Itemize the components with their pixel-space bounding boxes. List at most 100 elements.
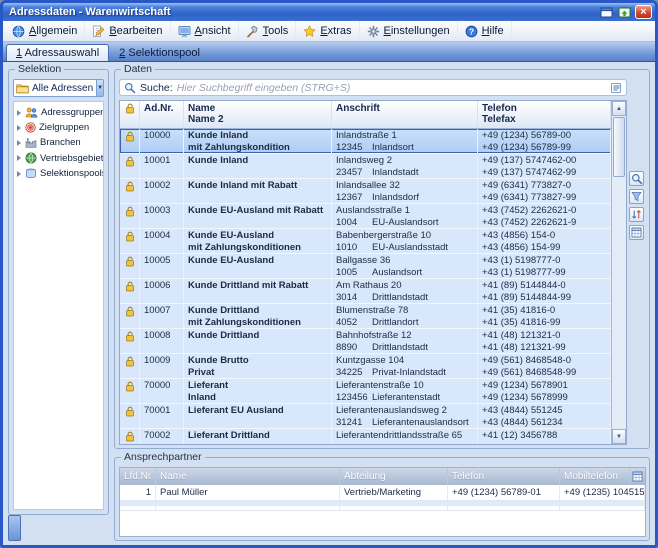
address-telefon-cell: +41 (35) 41816-0+41 (35) 41816-99 [478, 304, 611, 328]
title-bar[interactable]: Adressdaten - Warenwirtschaft × [3, 3, 655, 21]
data-group-title: Daten [121, 64, 155, 75]
folder-icon [16, 83, 29, 94]
address-telefon-cell: +49 (1234) 56789-00+49 (1234) 56789-99 [478, 129, 611, 153]
refresh-icon[interactable] [616, 6, 632, 19]
address-telefon-cell: +43 (7452) 2262621-0+43 (7452) 2262621-9 [478, 204, 611, 228]
expand-arrow-icon[interactable] [17, 110, 21, 116]
vertical-scrollbar[interactable]: ▲ ▼ [611, 101, 626, 444]
contacts-group-title: Ansprechpartner [121, 452, 205, 463]
close-icon[interactable]: × [635, 5, 652, 19]
tree-item-branchen[interactable]: Branchen [14, 135, 103, 150]
lock-icon [120, 279, 140, 303]
address-number-cell: 10008 [140, 329, 184, 353]
contact-nr: 1 [120, 485, 156, 500]
address-groups-icon [25, 107, 38, 118]
address-row[interactable]: 10003Kunde EU-Ausland mit RabattAuslands… [120, 204, 611, 229]
search-icon[interactable] [629, 171, 644, 186]
address-row[interactable]: 10007Kunde Drittlandmit Zahlungskonditio… [120, 304, 611, 329]
tab-1-adressauswahl[interactable]: 1 Adressauswahl [6, 44, 109, 61]
menu-item-hilfe[interactable]: ?Hilfe [458, 21, 512, 41]
column-header-anschrift[interactable]: Anschrift [332, 101, 478, 128]
search-options-icon[interactable] [610, 82, 622, 94]
menu-item-label: Tools [263, 25, 289, 37]
address-number-cell: 10001 [140, 154, 184, 178]
lock-icon [120, 254, 140, 278]
column-header-mobiltelefon[interactable]: Mobiltelefon [560, 468, 630, 485]
address-row[interactable]: 10004Kunde EU-Auslandmit Zahlungskonditi… [120, 229, 611, 254]
expand-arrow-icon[interactable] [17, 155, 21, 161]
address-filter-dropdown[interactable]: Alle Adressen ▼ [13, 79, 104, 97]
address-row[interactable]: 70000LieferantInlandLieferantenstraße 10… [120, 379, 611, 404]
column-header-contact-telefon[interactable]: Telefon [448, 468, 560, 485]
address-telefon-cell: +49 (561) 8468548-0+49 (561) 8468548-99 [478, 354, 611, 378]
address-name-cell: Lieferant Drittland [184, 429, 332, 444]
side-toolbar [627, 79, 646, 445]
column-header-adnr[interactable]: Ad.Nr. [140, 101, 184, 128]
lock-icon [120, 304, 140, 328]
menu-item-allgemein[interactable]: Allgemein [5, 21, 85, 41]
address-name-cell: Kunde Inland [184, 154, 332, 178]
address-row[interactable]: 10008Kunde DrittlandBahnhofstraße 128890… [120, 329, 611, 354]
lock-icon [120, 204, 140, 228]
tree-item-label: Branchen [40, 137, 81, 148]
address-name-cell: Kunde Inland mit Rabatt [184, 179, 332, 203]
column-header-telefon[interactable]: TelefonTelefax [478, 101, 611, 128]
settings-icon [367, 25, 380, 38]
address-number-cell: 10006 [140, 279, 184, 303]
address-row[interactable]: 10001Kunde InlandInlandsweg 223457Inland… [120, 154, 611, 179]
lock-column-header[interactable] [120, 101, 140, 128]
address-number-cell: 70002 [140, 429, 184, 444]
scroll-up-icon[interactable]: ▲ [612, 101, 626, 116]
restore-window-icon[interactable] [598, 6, 614, 19]
globe-icon [12, 25, 25, 38]
menu-item-extras[interactable]: Extras [296, 21, 359, 41]
filter-icon[interactable] [629, 189, 644, 204]
scroll-thumb[interactable] [613, 117, 625, 177]
contact-row[interactable]: 1Paul MüllerVertrieb/Marketing+49 (1234)… [120, 485, 645, 501]
industries-icon [25, 137, 37, 148]
column-header-lfdnr[interactable]: Lfd.Nr. [120, 468, 156, 485]
address-row[interactable]: 10002Kunde Inland mit RabattInlandsallee… [120, 179, 611, 204]
tree-item-label: Selektionspools [40, 168, 104, 179]
sort-icon[interactable] [629, 207, 644, 222]
column-header-contact-name[interactable]: Name [156, 468, 340, 485]
address-anschrift-cell: Inlandstraße 112345Inlandsort [332, 129, 478, 153]
menu-item-label: Hilfe [482, 25, 504, 37]
expand-arrow-icon[interactable] [17, 171, 21, 177]
lock-icon [120, 329, 140, 353]
address-row[interactable]: 10006Kunde Drittland mit RabattAm Rathau… [120, 279, 611, 304]
columns-icon[interactable] [629, 225, 644, 240]
address-telefon-cell: +43 (1) 5198777-0+43 (1) 5198777-99 [478, 254, 611, 278]
lock-icon [120, 379, 140, 403]
expand-arrow-icon[interactable] [17, 140, 21, 146]
menu-item-bearbeiten[interactable]: Bearbeiten [85, 21, 170, 41]
address-row[interactable]: 70002Lieferant DrittlandLieferantendritt… [120, 429, 611, 444]
tree-item-selektionspools[interactable]: Selektionspools [14, 166, 103, 181]
address-row[interactable]: 10009Kunde BruttoPrivatKuntzgasse 104342… [120, 354, 611, 379]
chevron-down-icon[interactable]: ▼ [96, 80, 103, 96]
address-anschrift-cell: Inlandsweg 223457Inlandstadt [332, 154, 478, 178]
menu-item-tools[interactable]: Tools [239, 21, 297, 41]
menu-item-einstellungen[interactable]: Einstellungen [360, 21, 458, 41]
tree-item-adressgruppen[interactable]: Adressgruppen [14, 105, 103, 120]
menu-item-ansicht[interactable]: Ansicht [171, 21, 239, 41]
tab-2-selektionspool[interactable]: 2 Selektionspool [110, 45, 209, 61]
search-bar[interactable]: Suche: Hier Suchbegriff eingeben (STRG+S… [119, 79, 627, 96]
expand-arrow-icon[interactable] [17, 125, 21, 131]
column-header-abteilung[interactable]: Abteilung [340, 468, 448, 485]
address-number-cell: 10007 [140, 304, 184, 328]
address-row[interactable]: 10000Kunde Inlandmit ZahlungskonditionIn… [120, 129, 611, 154]
address-number-cell: 10005 [140, 254, 184, 278]
address-anschrift-cell: Lieferantendrittlandsstraße 65 [332, 429, 478, 444]
contact-row-empty[interactable] [120, 506, 645, 511]
scroll-down-icon[interactable]: ▼ [612, 429, 626, 444]
address-row[interactable]: 70001Lieferant EU AuslandLieferantenausl… [120, 404, 611, 429]
collapsed-panel-handle[interactable] [8, 515, 21, 541]
tree-item-zielgruppen[interactable]: Zielgruppen [14, 120, 103, 135]
column-header-name[interactable]: NameName 2 [184, 101, 332, 128]
column-chooser-icon[interactable] [630, 468, 645, 485]
selection-tree: AdressgruppenZielgruppen Branchen Vertrieb… [13, 101, 104, 510]
tree-item-vertriebsgebiete[interactable]: Vertriebsgebiete [14, 150, 103, 166]
scroll-track[interactable] [612, 178, 626, 429]
address-row[interactable]: 10005Kunde EU-AuslandBallgasse 361005Aus… [120, 254, 611, 279]
